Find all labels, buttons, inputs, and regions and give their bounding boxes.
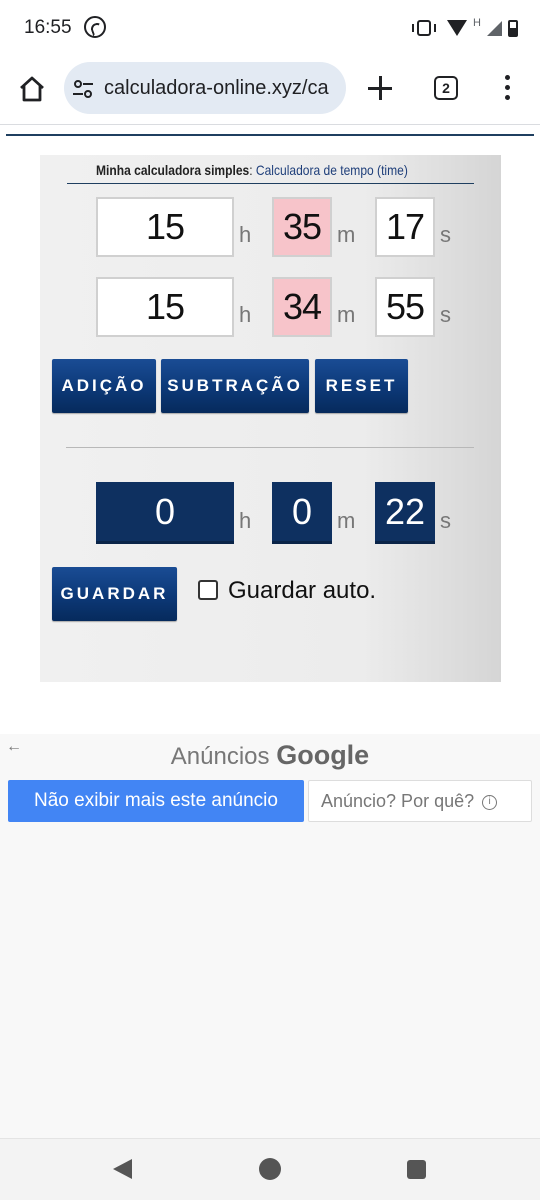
network-type-label: H <box>473 17 481 29</box>
toolbar-divider <box>0 124 540 125</box>
calculator-title-main: Minha calculadora simples <box>96 162 250 178</box>
signal-icon <box>487 20 502 36</box>
time1-hours-input[interactable]: 15 <box>96 197 234 257</box>
result-divider <box>66 447 474 448</box>
result-hours: 0 <box>96 482 234 544</box>
wifi-icon <box>447 20 468 36</box>
url-text[interactable]: calculadora-online.xyz/ca <box>104 77 329 100</box>
nav-home-icon[interactable] <box>259 1158 281 1180</box>
auto-save-label[interactable]: Guardar auto. <box>228 577 376 605</box>
auto-save-checkbox[interactable] <box>198 580 218 600</box>
time2-hours-input[interactable]: 15 <box>96 277 234 337</box>
browser-toolbar: calculadora-online.xyz/ca 2 <box>0 56 540 122</box>
ads-panel: ← Anúncios Google Não exibir mais este a… <box>0 734 540 1138</box>
calculator-title-separator: : <box>249 162 256 178</box>
time1-seconds-unit: s <box>440 222 451 247</box>
result-seconds-unit: s <box>440 508 451 533</box>
info-icon: i <box>482 794 498 810</box>
more-menu-icon[interactable] <box>505 75 511 101</box>
hide-ad-button[interactable]: Não exibir mais este anúncio <box>8 780 304 822</box>
page-header-rule <box>6 134 534 136</box>
time2-minutes-input[interactable]: 34 <box>272 277 332 337</box>
whatsapp-icon <box>84 16 106 38</box>
why-ad-button[interactable]: Anúncio? Por quê? i <box>308 780 532 822</box>
why-ad-label: Anúncio? Por quê? <box>321 791 475 811</box>
time2-hours-unit: h <box>239 302 252 327</box>
calculator-title: Minha calculadora simples: Calculadora d… <box>96 162 408 178</box>
calculator-title-sub[interactable]: Calculadora de tempo (time) <box>256 162 408 178</box>
time-calculator: Minha calculadora simples: Calculadora d… <box>40 155 501 682</box>
result-seconds: 22 <box>375 482 435 544</box>
time1-seconds-input[interactable]: 17 <box>375 197 435 257</box>
nav-back-icon[interactable] <box>113 1159 132 1179</box>
status-bar: 16:55 H <box>0 0 540 56</box>
vibrate-icon <box>412 20 437 36</box>
system-nav-bar <box>0 1138 540 1200</box>
tab-switcher-button[interactable]: 2 <box>434 76 458 100</box>
result-minutes: 0 <box>272 482 332 544</box>
home-icon[interactable] <box>18 76 46 102</box>
ads-title: Anúncios Google <box>0 740 540 771</box>
site-settings-icon[interactable] <box>73 80 93 98</box>
save-button[interactable]: GUARDAR <box>52 567 177 621</box>
time1-minutes-unit: m <box>337 222 356 247</box>
ads-title-prefix: Anúncios <box>170 743 277 770</box>
time2-seconds-input[interactable]: 55 <box>375 277 435 337</box>
google-logo: Google <box>276 740 370 770</box>
status-icons: H <box>412 16 518 40</box>
time1-minutes-input[interactable]: 35 <box>272 197 332 257</box>
subtract-button[interactable]: SUBTRAÇÃO <box>161 359 309 413</box>
add-button[interactable]: ADIÇÃO <box>52 359 156 413</box>
status-time: 16:55 <box>24 17 72 38</box>
result-minutes-unit: m <box>337 508 356 533</box>
time2-seconds-unit: s <box>440 302 451 327</box>
time2-minutes-unit: m <box>337 302 356 327</box>
new-tab-icon[interactable] <box>368 76 392 100</box>
time1-hours-unit: h <box>239 222 252 247</box>
result-hours-unit: h <box>239 508 252 533</box>
address-bar[interactable]: calculadora-online.xyz/ca <box>64 62 346 114</box>
reset-button[interactable]: RESET <box>315 359 408 413</box>
title-underline <box>67 183 474 184</box>
battery-icon <box>508 19 518 37</box>
nav-recents-icon[interactable] <box>407 1160 426 1179</box>
